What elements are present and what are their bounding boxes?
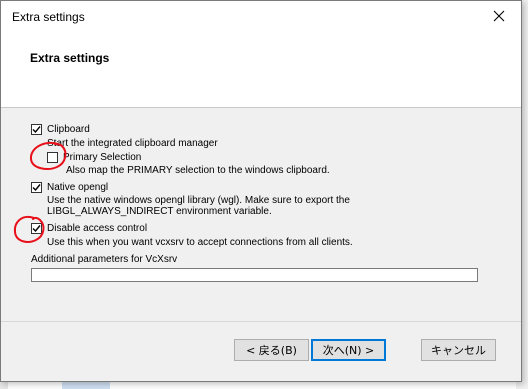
primary-selection-description: Also map the PRIMARY selection to the wi… (66, 165, 330, 176)
clipboard-label: Clipboard (47, 124, 90, 135)
title-bar: Extra settings (1, 1, 521, 31)
checkmark-icon (32, 225, 41, 233)
native-opengl-description: LIBGL_ALWAYS_INDIRECT environment variab… (47, 206, 272, 217)
checkmark-icon (32, 126, 41, 134)
button-bar: < 戻る(B) 次へ(N) > キャンセル (1, 321, 521, 384)
disable-access-control-checkbox[interactable] (31, 223, 42, 234)
back-button[interactable]: < 戻る(B) (234, 339, 309, 361)
page-title: Extra settings (30, 51, 110, 65)
native-opengl-option[interactable]: Native opengl (31, 182, 108, 193)
clipboard-description: Start the integrated clipboard manager (47, 138, 218, 149)
disable-access-control-label: Disable access control (47, 223, 148, 234)
cancel-button[interactable]: キャンセル (421, 339, 496, 361)
primary-selection-checkbox[interactable] (47, 152, 58, 163)
clipboard-option[interactable]: Clipboard (31, 124, 90, 135)
next-button[interactable]: 次へ(N) > (311, 339, 386, 361)
additional-parameters-input[interactable] (31, 268, 478, 282)
primary-selection-option[interactable]: Primary Selection (47, 152, 141, 163)
native-opengl-checkbox[interactable] (31, 182, 42, 193)
wizard-header: Extra settings (1, 31, 521, 108)
extra-settings-dialog: Extra settings Extra settings Clipboard … (0, 0, 522, 382)
additional-parameters-label: Additional parameters for VcXsrv (31, 254, 178, 265)
disable-access-control-option[interactable]: Disable access control (31, 223, 147, 234)
clipboard-checkbox[interactable] (31, 124, 42, 135)
close-icon (493, 10, 505, 22)
native-opengl-description: Use the native windows opengl library (w… (47, 195, 350, 206)
checkmark-icon (32, 184, 41, 192)
disable-access-control-description: Use this when you want vcxsrv to accept … (47, 237, 353, 248)
close-button[interactable] (477, 1, 521, 31)
native-opengl-label: Native opengl (47, 182, 109, 193)
primary-selection-label: Primary Selection (63, 152, 142, 163)
window-title: Extra settings (12, 10, 85, 24)
